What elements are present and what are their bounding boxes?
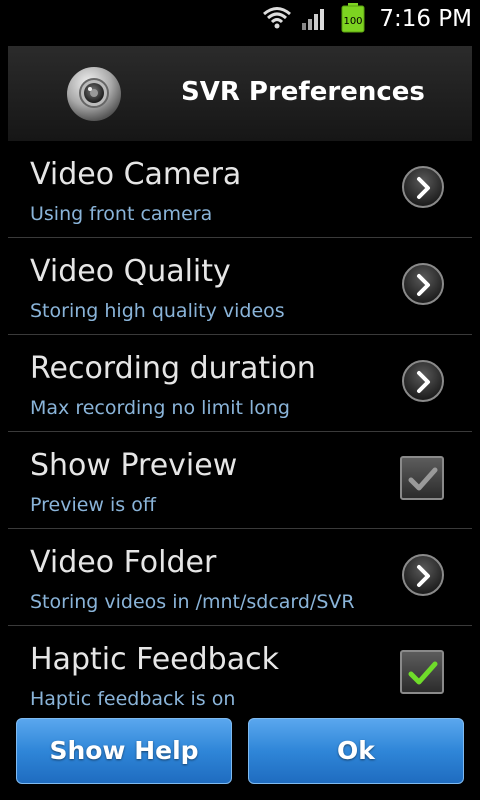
title-bar: SVR Preferences xyxy=(8,46,472,141)
pref-summary: Storing videos in /mnt/sdcard/SVR xyxy=(30,591,355,613)
chevron-right-icon[interactable] xyxy=(402,263,444,305)
signal-icon xyxy=(302,8,328,34)
page-title: SVR Preferences xyxy=(181,77,425,107)
battery-icon: 100 xyxy=(340,3,366,37)
pref-video-quality[interactable]: Video Quality Storing high quality video… xyxy=(8,238,472,335)
show-preview-checkbox[interactable] xyxy=(400,456,444,500)
button-bar: Show Help Ok xyxy=(0,712,480,800)
pref-title: Video Quality xyxy=(30,254,231,289)
pref-title: Video Folder xyxy=(30,545,217,580)
pref-summary: Storing high quality videos xyxy=(30,300,285,322)
pref-summary: Using front camera xyxy=(30,203,213,225)
preference-list: Video Camera Using front camera Video Qu… xyxy=(8,141,472,719)
pref-title: Show Preview xyxy=(30,448,238,483)
checkmark-icon xyxy=(408,661,438,685)
pref-title: Haptic Feedback xyxy=(30,642,279,677)
ok-button[interactable]: Ok xyxy=(248,718,464,784)
status-time: 7:16 PM xyxy=(379,6,472,32)
haptic-feedback-checkbox[interactable] xyxy=(400,650,444,694)
pref-summary: Preview is off xyxy=(30,494,156,516)
chevron-right-icon[interactable] xyxy=(402,166,444,208)
chevron-right-icon[interactable] xyxy=(402,360,444,402)
pref-title: Video Camera xyxy=(30,157,242,192)
status-bar: 100 7:16 PM xyxy=(0,0,480,38)
wifi-icon xyxy=(262,6,292,34)
pref-title: Recording duration xyxy=(30,351,316,386)
pref-show-preview[interactable]: Show Preview Preview is off xyxy=(8,432,472,529)
pref-summary: Haptic feedback is on xyxy=(30,688,236,710)
pref-summary: Max recording no limit long xyxy=(30,397,290,419)
battery-level-text: 100 xyxy=(343,16,362,27)
pref-haptic-feedback[interactable]: Haptic Feedback Haptic feedback is on xyxy=(8,626,472,719)
pref-video-camera[interactable]: Video Camera Using front camera xyxy=(8,141,472,238)
show-help-button[interactable]: Show Help xyxy=(16,718,232,784)
pref-recording-duration[interactable]: Recording duration Max recording no limi… xyxy=(8,335,472,432)
pref-video-folder[interactable]: Video Folder Storing videos in /mnt/sdca… xyxy=(8,529,472,626)
chevron-right-icon[interactable] xyxy=(402,554,444,596)
camera-lens-icon xyxy=(66,66,122,122)
checkmark-icon xyxy=(408,467,438,491)
